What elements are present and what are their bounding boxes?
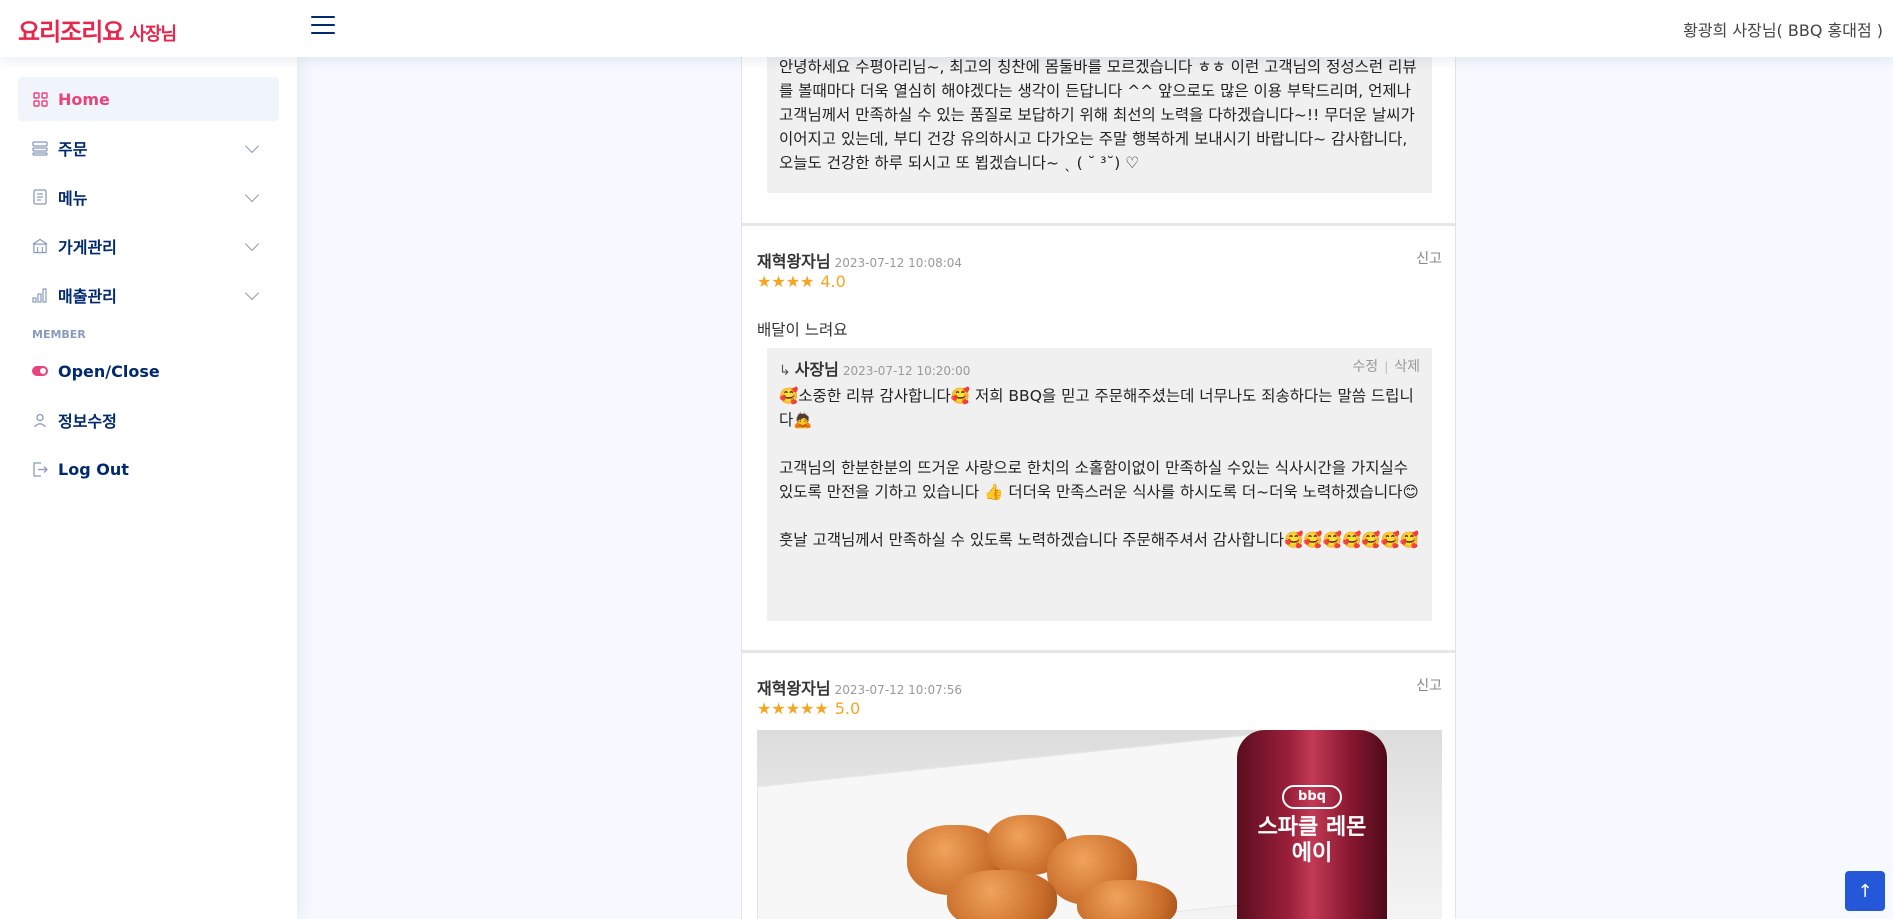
rating-stars: ★★★★★ [757,699,829,718]
sidebar-item-label: 정보수정 [58,412,117,431]
owner-name[interactable]: 황광희 사장님( BBQ 홍대점 ) [1683,17,1883,41]
reply-arrow-icon: ↳ [779,363,791,379]
bar-chart-icon [32,287,48,303]
sidebar-item-label: 메뉴 [58,189,88,208]
sidebar-item-label: Open/Close [58,361,160,381]
person-icon [32,412,48,428]
logo-sub: 사장님 [129,24,177,45]
arrow-up-icon: ↑ [1857,880,1873,902]
sidebar-item-store[interactable]: 가게관리 [18,224,279,268]
orders-icon [32,140,48,156]
store-icon [32,238,48,254]
reply-actions: 수정 | 삭제 [1352,356,1420,376]
toggle-icon [32,363,48,379]
report-button[interactable]: 신고 [1416,675,1442,695]
reply-text: 안녕하세요 수평아리님~, 최고의 칭찬에 몸둘바를 모르겠습니다 ㅎㅎ 이런 … [779,58,1417,172]
chevron-down-icon [244,285,260,300]
reply-author: 사장님 [794,360,839,379]
rating: ★★★★★ 5.0 [757,699,860,718]
reply-header: ↳ 사장님 2023-07-12 10:20:00 수정 | 삭제 [779,356,1420,380]
owner-reply: ↳ 사장님 2023-07-12 10:20:00 수정 | 삭제 🥰소중한 리뷰 감사… [767,348,1432,621]
brand-logo[interactable]: 요리조리요 사장님 [18,12,177,47]
review-divider [742,223,1455,226]
scroll-top-button[interactable]: ↑ [1845,871,1885,911]
sidebar-item-orders[interactable]: 주문 [18,126,279,170]
sidebar-heading-member: MEMBER [32,328,86,341]
action-separator: | [1384,360,1389,374]
reviewer-name: 재혁왕자님 [757,252,831,271]
logout-icon [32,461,48,477]
sidebar-item-menu[interactable]: 메뉴 [18,175,279,219]
sidebar-item-label: Home [58,89,110,109]
review-date: 2023-07-12 10:07:56 [834,683,963,697]
sidebar-item-label: 주문 [58,140,88,159]
hamburger-menu-icon[interactable] [311,16,335,38]
sidebar-item-label: 가게관리 [58,238,117,257]
report-button[interactable]: 신고 [1416,248,1442,268]
review-divider [742,650,1455,653]
sidebar-item-sales[interactable]: 매출관리 [18,273,279,317]
chevron-down-icon [244,187,260,202]
bottle-label: 스파클 레몬에이 [1257,815,1367,866]
top-header: 요리조리요 사장님 황광희 사장님( BBQ 홍대점 ) [0,0,1893,57]
rating: ★★★★ 4.0 [757,272,846,291]
rating-score: 4.0 [820,272,846,291]
review-date: 2023-07-12 10:08:04 [834,256,963,270]
edit-reply-button[interactable]: 수정 [1352,359,1378,375]
review-header: 재혁왕자님 2023-07-12 10:08:04 신고 [757,248,1442,272]
rating-score: 5.0 [834,699,861,718]
sidebar: Home 주문 메뉴 가게관리 매출관리 MEMBER Open/Close 정… [0,57,297,919]
sidebar-item-home[interactable]: Home [18,77,279,121]
sidebar-item-open-close[interactable]: Open/Close [18,349,279,393]
menu-icon [32,189,48,205]
review-header: 재혁왕자님 2023-07-12 10:07:56 신고 [757,675,1442,699]
sidebar-item-profile[interactable]: 정보수정 [18,398,279,442]
reply-date: 2023-07-12 10:20:00 [842,364,971,378]
reviewer-name: 재혁왕자님 [757,679,831,698]
bottle-brand: bbq [1282,785,1342,809]
grid-icon [32,91,48,107]
sidebar-item-logout[interactable]: Log Out [18,447,279,491]
sidebar-item-label: 매출관리 [58,287,117,306]
sidebar-item-label: Log Out [58,459,129,479]
logo-text: 요리조리요 [18,18,124,46]
delete-reply-button[interactable]: 삭제 [1394,359,1420,375]
chevron-down-icon [244,138,260,153]
review-photo[interactable]: bbq 스파클 레몬에이 [757,730,1442,919]
rating-stars: ★★★★ [757,272,815,291]
reply-text: 🥰소중한 리뷰 감사합니다🥰 저희 BBQ을 믿고 주문해주셨는데 너무나도 죄… [779,387,1420,549]
chevron-down-icon [244,236,260,251]
review-text: 배달이 느려요 [757,321,848,339]
review-list: 안녕하세요 수평아리님~, 최고의 칭찬에 몸둘바를 모르겠습니다 ㅎㅎ 이런 … [741,0,1456,919]
